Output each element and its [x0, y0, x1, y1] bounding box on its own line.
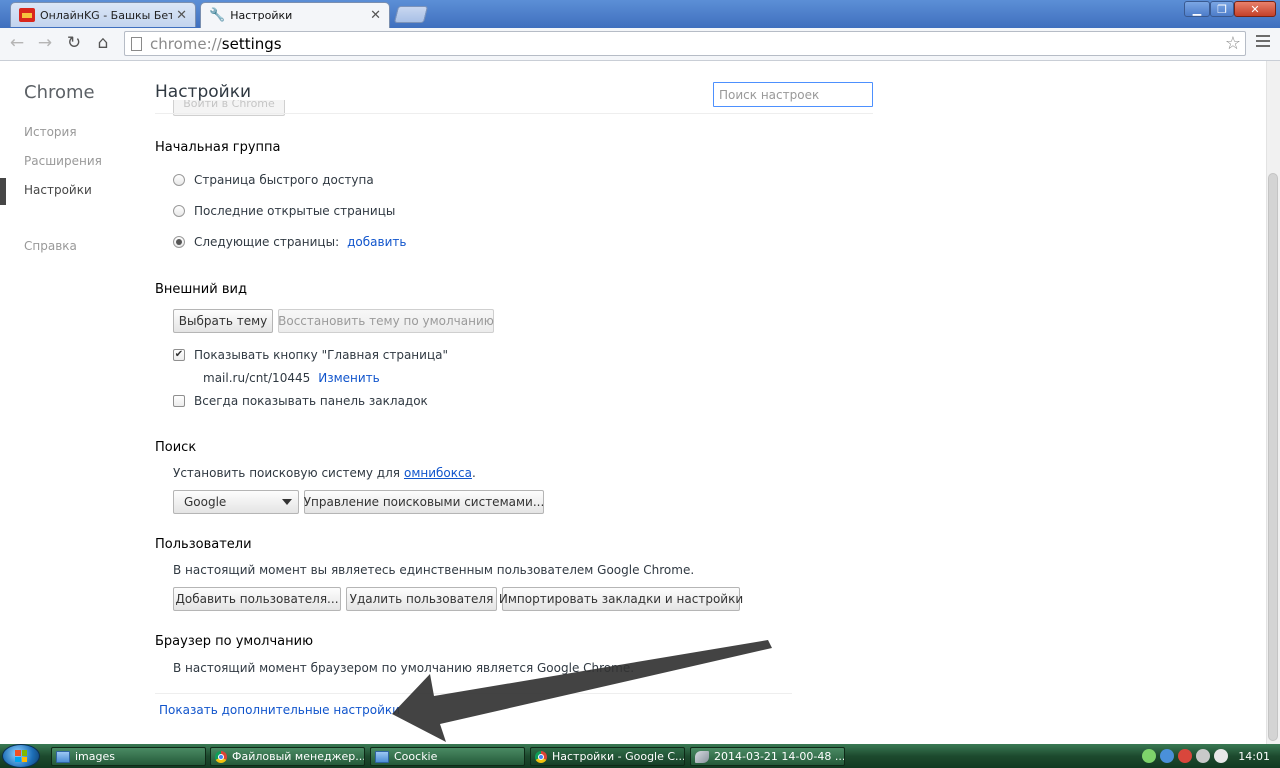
choose-theme-button[interactable]: Выбрать тему — [173, 309, 273, 333]
task-coockie[interactable]: Coockie — [370, 747, 525, 766]
bet-favicon-icon — [19, 8, 35, 22]
bookmark-star-icon[interactable]: ☆ — [1225, 33, 1241, 54]
settings-sidebar: Chrome История Расширения Настройки Спра… — [0, 61, 150, 744]
checkbox-checked[interactable]: ✔ — [173, 349, 185, 361]
radio-button[interactable] — [173, 174, 185, 186]
task-screenshot-image[interactable]: 2014-03-21 14-00-48 ... — [690, 747, 845, 766]
show-advanced-settings-link[interactable]: Показать дополнительные настройки — [159, 703, 400, 717]
close-window-button[interactable]: ✕ — [1234, 1, 1276, 17]
home-icon[interactable]: ⌂ — [92, 32, 114, 54]
network-icon[interactable] — [1142, 749, 1157, 763]
browser-toolbar: ← → ↻ ⌂ chrome://settings ☆ — [0, 28, 1280, 61]
new-tab-button[interactable] — [393, 6, 429, 23]
address-bar[interactable]: chrome://settings ☆ — [124, 31, 1246, 56]
window-titlebar: ОнлайнKG - Башкы Бет ✕ 🔧 Настройки ✕ ▁ ❐… — [0, 0, 1280, 28]
restore-button[interactable]: ❐ — [1210, 1, 1234, 17]
page-icon — [131, 36, 142, 51]
startup-option-ntp[interactable]: Страница быстрого доступа — [173, 173, 374, 187]
sidebar-item-history[interactable]: История — [24, 125, 77, 139]
system-tray: 14:01 — [1142, 744, 1280, 768]
start-button[interactable] — [2, 744, 40, 768]
delete-user-button[interactable]: Удалить пользователя — [346, 587, 497, 611]
image-icon — [695, 750, 709, 763]
appearance-section-title: Внешний вид — [155, 282, 247, 297]
show-bookmarks-bar-option[interactable]: Всегда показывать панель закладок — [173, 394, 428, 408]
update-icon[interactable] — [1160, 749, 1175, 763]
radio-button-checked[interactable] — [173, 236, 185, 248]
menu-icon[interactable] — [1256, 35, 1270, 47]
scrollbar-thumb[interactable] — [1268, 173, 1278, 741]
tab-title: ОнлайнKG - Башкы Бет — [40, 8, 173, 22]
volume-icon[interactable] — [1196, 749, 1211, 763]
address-url: chrome://settings — [150, 34, 282, 53]
power-icon[interactable] — [1214, 749, 1229, 763]
search-engine-select[interactable]: Google — [173, 490, 299, 514]
antivirus-icon[interactable] — [1178, 749, 1193, 763]
chrome-icon — [535, 750, 547, 763]
dropdown-caret-icon — [282, 499, 292, 505]
import-bookmarks-button[interactable]: Импортировать закладки и настройки — [499, 587, 743, 611]
taskbar: images Файловый менеджер... Coockie Наст… — [0, 744, 1280, 768]
sidebar-item-settings[interactable]: Настройки — [24, 183, 92, 197]
sidebar-brand: Chrome — [24, 82, 95, 103]
sidebar-selection-marker — [0, 178, 6, 205]
omnibox-link[interactable]: омнибокса — [404, 466, 472, 480]
users-section-title: Пользователи — [155, 537, 252, 552]
add-pages-link[interactable]: добавить — [347, 235, 406, 249]
search-description: Установить поисковую систему для омнибок… — [173, 466, 476, 480]
minimize-button[interactable]: ▁ — [1184, 1, 1210, 17]
startup-option-restore[interactable]: Последние открытые страницы — [173, 204, 395, 218]
search-section-title: Поиск — [155, 440, 197, 455]
sidebar-item-extensions[interactable]: Расширения — [24, 154, 102, 168]
tab-close-icon[interactable]: ✕ — [370, 8, 381, 23]
folder-icon — [56, 750, 70, 763]
home-page-row: mail.ru/cnt/10445 Изменить — [203, 371, 380, 385]
home-url: mail.ru/cnt/10445 — [203, 371, 311, 385]
taskbar-clock[interactable]: 14:01 — [1238, 750, 1270, 763]
back-arrow-icon[interactable]: ← — [6, 32, 28, 54]
windows-logo-icon — [15, 750, 27, 762]
task-images[interactable]: images — [51, 747, 206, 766]
settings-search-input[interactable] — [713, 82, 873, 107]
folder-icon — [375, 750, 389, 763]
page-title: Настройки — [155, 82, 252, 102]
tab-title: Настройки — [230, 9, 293, 22]
reload-icon[interactable]: ↻ — [63, 32, 85, 54]
task-file-manager[interactable]: Файловый менеджер... — [210, 747, 365, 766]
checkbox[interactable] — [173, 395, 185, 407]
forward-arrow-icon[interactable]: → — [34, 32, 56, 54]
header-divider — [155, 113, 873, 114]
startup-option-pages[interactable]: Следующие страницы: добавить — [173, 235, 406, 249]
radio-button[interactable] — [173, 205, 185, 217]
show-home-button-option[interactable]: ✔ Показывать кнопку "Главная страница" — [173, 348, 448, 362]
tab-close-icon[interactable]: ✕ — [176, 8, 187, 23]
wrench-icon: 🔧 — [209, 8, 226, 23]
reset-theme-button[interactable]: Восстановить тему по умолчанию — [278, 309, 494, 333]
startup-section-title: Начальная группа — [155, 140, 281, 155]
tab-settings[interactable]: 🔧 Настройки ✕ — [200, 2, 390, 28]
tab-onlinekg[interactable]: ОнлайнKG - Башкы Бет ✕ — [10, 2, 196, 27]
default-browser-section-title: Браузер по умолчанию — [155, 634, 314, 649]
users-description: В настоящий момент вы являетесь единстве… — [173, 563, 695, 577]
task-chrome-settings[interactable]: Настройки - Google C... — [530, 747, 685, 766]
chrome-icon — [215, 750, 227, 763]
change-home-link[interactable]: Изменить — [318, 371, 380, 385]
manage-search-engines-button[interactable]: Управление поисковыми системами... — [304, 490, 544, 514]
sidebar-item-help[interactable]: Справка — [24, 239, 77, 253]
annotation-arrow — [392, 640, 772, 742]
add-user-button[interactable]: Добавить пользователя... — [173, 587, 341, 611]
